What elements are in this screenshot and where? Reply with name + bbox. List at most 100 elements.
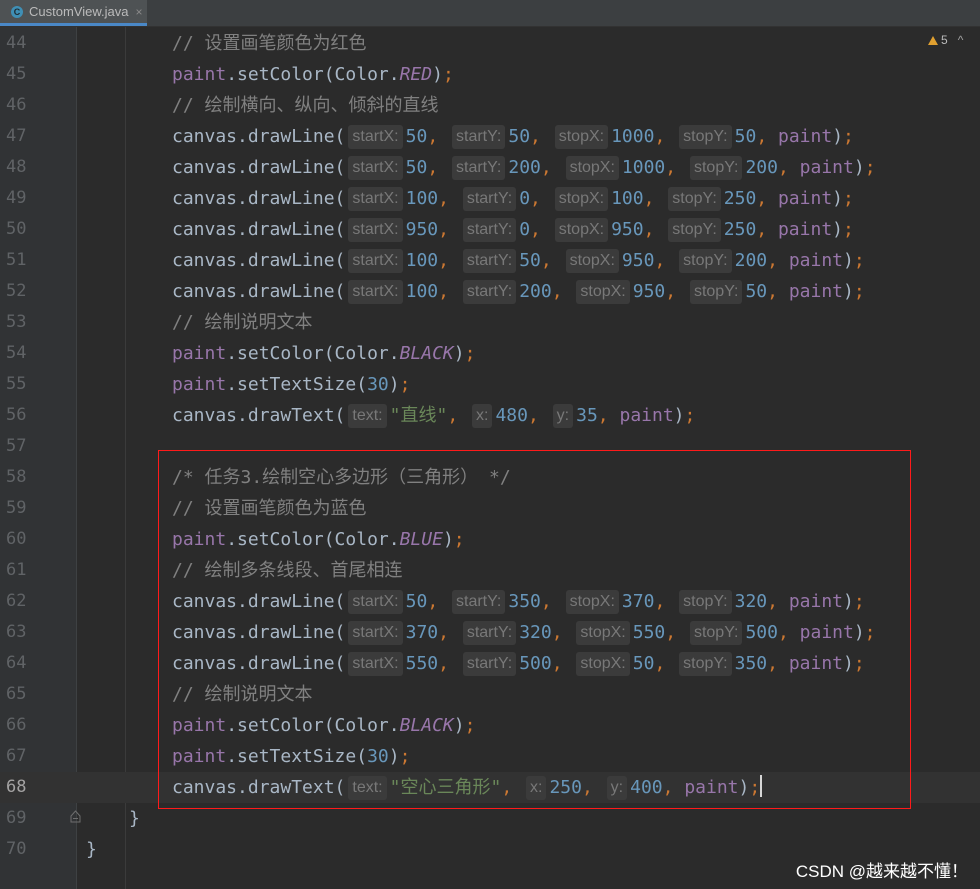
- code-text: ): [673, 405, 685, 426]
- line-number: 69: [6, 808, 27, 828]
- code-line[interactable]: 52 canvas.drawLine(startX: 100, startY: 200…: [0, 276, 980, 307]
- code-text: canvas.drawText(: [172, 405, 346, 426]
- number-literal: 200: [508, 157, 541, 178]
- number-literal: 50: [745, 281, 768, 302]
- parameter-hint: stopX:: [576, 280, 630, 304]
- number-literal: 250: [723, 219, 757, 240]
- code-content: paint.setTextSize(30);: [172, 369, 410, 400]
- number-literal: 100: [405, 250, 439, 271]
- parameter-hint: text:: [348, 404, 387, 428]
- line-number: 48: [6, 157, 27, 177]
- line-number: 56: [6, 405, 27, 425]
- number-literal: 100: [611, 188, 644, 209]
- number-literal: 0: [519, 219, 531, 240]
- parameter-hint: stopY:: [689, 156, 743, 180]
- line-number: 54: [6, 343, 27, 363]
- field-token: paint: [172, 343, 227, 364]
- parameter-hint: startX:: [348, 280, 403, 304]
- punctuation: ;: [843, 188, 854, 209]
- inspection-widget[interactable]: 5 ^: [928, 31, 963, 49]
- punctuation: ,: [665, 157, 687, 178]
- code-content: canvas.drawText(text: "直线", x: 480, y: 35, …: [172, 400, 695, 431]
- parameter-hint: stopY:: [668, 187, 721, 211]
- parameter-hint: stopY:: [689, 280, 743, 304]
- field-token: paint: [777, 188, 833, 209]
- punctuation: ,: [540, 157, 563, 178]
- parameter-hint: startY:: [462, 187, 517, 211]
- code-text: canvas.drawLine(: [172, 126, 346, 147]
- field-token: paint: [777, 219, 833, 240]
- number-literal: 950: [621, 250, 655, 271]
- parameter-hint: startX:: [348, 156, 403, 180]
- parameter-hint: y:: [552, 404, 574, 428]
- code-content: canvas.drawLine(startX: 100, startY: 200, …: [172, 276, 865, 307]
- code-line[interactable]: 44 // 设置画笔颜色为红色: [0, 28, 980, 59]
- parameter-hint: startY:: [462, 249, 517, 273]
- punctuation: ,: [654, 250, 677, 271]
- code-line[interactable]: 51 canvas.drawLine(startX: 100, startY: 50,…: [0, 245, 980, 276]
- line-number: 46: [6, 95, 27, 115]
- punctuation: ,: [527, 405, 550, 426]
- punctuation: ,: [643, 188, 666, 209]
- code-content: canvas.drawLine(startX: 100, startY: 0, st…: [172, 183, 854, 214]
- code-line[interactable]: 49 canvas.drawLine(startX: 100, startY: 0, …: [0, 183, 980, 214]
- chevron-up-icon[interactable]: ^: [958, 33, 964, 47]
- code-content: paint.setColor(Color.RED);: [172, 59, 454, 90]
- punctuation: ;: [684, 405, 696, 426]
- number-literal: 50: [405, 126, 428, 147]
- code-text: ): [832, 188, 843, 209]
- line-number: 61: [6, 560, 27, 580]
- number-literal: 100: [405, 188, 439, 209]
- code-content: canvas.drawLine(startX: 100, startY: 50, s…: [172, 245, 865, 276]
- java-class-icon: C: [11, 5, 23, 18]
- warning-count: 5: [941, 33, 948, 47]
- number-literal: 30: [367, 374, 389, 395]
- line-number: 55: [6, 374, 27, 394]
- number-literal: 950: [405, 219, 439, 240]
- comment-text: // 设置画笔颜色为红色: [172, 33, 367, 54]
- code-line[interactable]: 54 paint.setColor(Color.BLACK);: [0, 338, 980, 369]
- punctuation: ,: [530, 126, 552, 147]
- code-text: ): [832, 219, 843, 240]
- code-line[interactable]: 55 paint.setTextSize(30);: [0, 369, 980, 400]
- tab-filename: CustomView.java: [29, 4, 129, 19]
- number-literal: 50: [734, 126, 757, 147]
- code-text: ): [843, 281, 854, 302]
- number-literal: 1000: [621, 157, 666, 178]
- line-number: 51: [6, 250, 27, 270]
- code-line[interactable]: 53 // 绘制说明文本: [0, 307, 980, 338]
- code-text: }: [86, 839, 97, 860]
- number-literal: 200: [519, 281, 552, 302]
- tab-customview-java[interactable]: C CustomView.java ×: [0, 0, 147, 26]
- code-content: // 绘制横向、纵向、倾斜的直线: [172, 90, 439, 121]
- punctuation: ,: [438, 281, 460, 302]
- punctuation: ;: [853, 250, 865, 271]
- punctuation: ,: [767, 250, 789, 271]
- line-number: 65: [6, 684, 27, 704]
- fold-icon[interactable]: [70, 810, 81, 823]
- code-line[interactable]: 47 canvas.drawLine(startX: 50, startY: 50, …: [0, 121, 980, 152]
- code-text: .setColor(Color.: [226, 64, 400, 85]
- code-text: .setColor(Color.: [226, 343, 400, 364]
- code-content: canvas.drawLine(startX: 50, startY: 200, s…: [172, 152, 876, 183]
- line-number: 59: [6, 498, 27, 518]
- parameter-hint: stopY:: [679, 249, 732, 273]
- code-line[interactable]: 45 paint.setColor(Color.RED);: [0, 59, 980, 90]
- number-literal: 200: [745, 157, 778, 178]
- number-literal: 50: [405, 157, 428, 178]
- line-number: 58: [6, 467, 27, 487]
- code-line[interactable]: 48 canvas.drawLine(startX: 50, startY: 200,…: [0, 152, 980, 183]
- line-number: 49: [6, 188, 27, 208]
- code-line[interactable]: 56 canvas.drawText(text: "直线", x: 480, y: 35…: [0, 400, 980, 431]
- code-line[interactable]: 46 // 绘制横向、纵向、倾斜的直线: [0, 90, 980, 121]
- field-token: paint: [172, 64, 227, 85]
- close-icon[interactable]: ×: [135, 5, 142, 19]
- punctuation: ,: [551, 281, 574, 302]
- parameter-hint: startY:: [452, 156, 506, 180]
- parameter-hint: x:: [472, 404, 493, 428]
- code-text: canvas.drawLine(: [172, 219, 346, 240]
- field-token: paint: [799, 157, 854, 178]
- line-number: 66: [6, 715, 27, 735]
- code-line[interactable]: 50 canvas.drawLine(startX: 950, startY: 0, …: [0, 214, 980, 245]
- punctuation: ,: [756, 126, 778, 147]
